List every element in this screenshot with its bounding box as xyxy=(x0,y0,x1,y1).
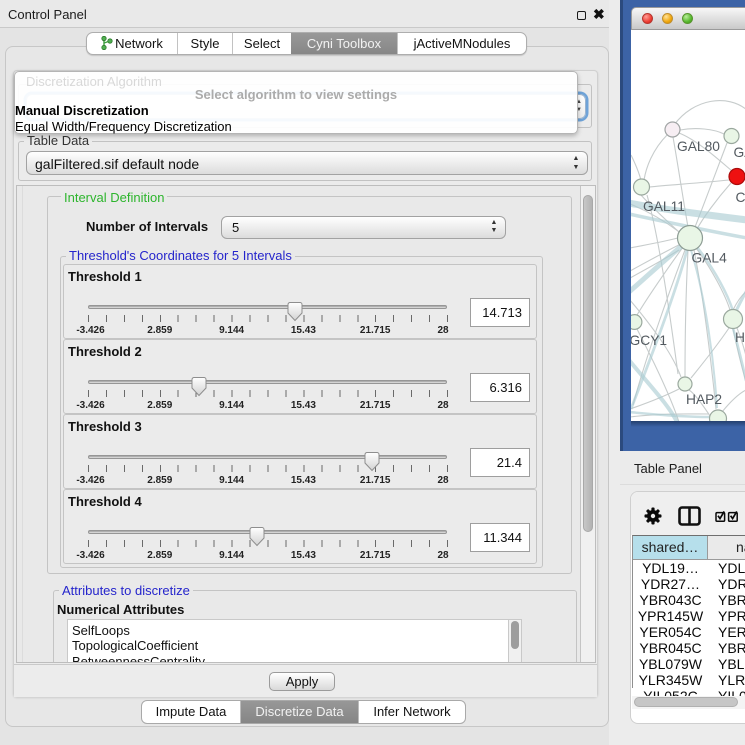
svg-text:GAL11: GAL11 xyxy=(643,199,685,214)
svg-text:GAL80: GAL80 xyxy=(677,139,720,154)
svg-text:HAP2: HAP2 xyxy=(686,392,722,407)
svg-text:GA: GA xyxy=(734,145,745,160)
svg-text:H: H xyxy=(735,330,745,345)
svg-text:GCY1: GCY1 xyxy=(631,333,667,348)
svg-text:C: C xyxy=(736,190,745,205)
svg-text:GAL4: GAL4 xyxy=(692,251,728,266)
